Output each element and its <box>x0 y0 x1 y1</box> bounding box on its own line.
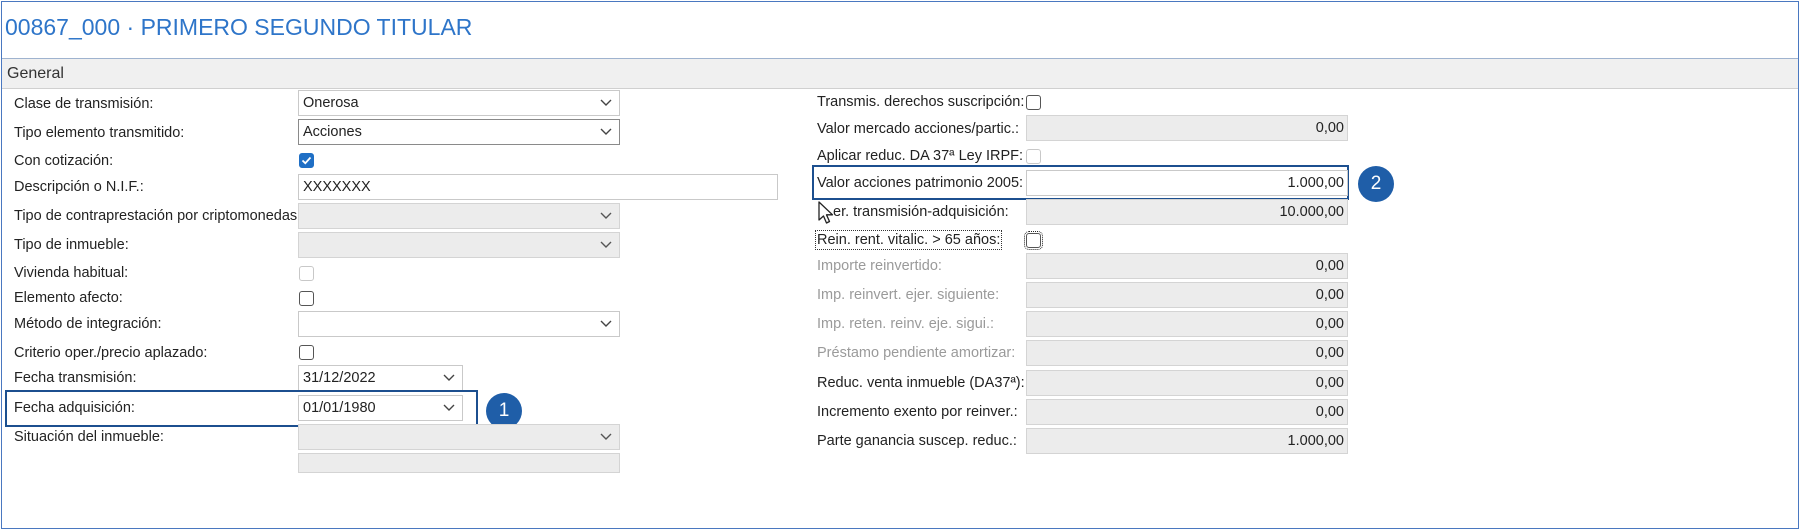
fecha-adquisicion-label: Fecha adquisición: <box>14 400 135 416</box>
reduc-venta-field[interactable]: 0,00 <box>1026 370 1348 396</box>
clase-transmision-label: Clase de transmisión: <box>14 96 154 112</box>
parte-ganancia-label: Parte ganancia suscep. reduc.: <box>817 433 1017 449</box>
valor-mercado-field[interactable]: 0,00 <box>1026 115 1348 141</box>
chevron-down-icon <box>600 238 612 250</box>
chevron-down-icon <box>600 125 612 137</box>
con-cotizacion-label: Con cotización: <box>14 153 114 169</box>
mouse-cursor-icon <box>817 201 835 229</box>
tipo-contraprestacion-label: Tipo de contraprestación por criptomoned… <box>14 208 302 224</box>
rein-rent-checkbox[interactable] <box>1024 231 1043 250</box>
rein-rent-label: Rein. rent. vitalic. > 65 años: <box>814 230 1003 250</box>
fecha-adquisicion-picker[interactable]: 01/01/1980 <box>298 395 463 421</box>
prestamo-field[interactable]: 0,00 <box>1026 340 1348 366</box>
elemento-afecto-checkbox[interactable] <box>299 291 314 306</box>
imp-reten-value: 0,00 <box>1315 316 1344 332</box>
valor-mercado-value: 0,00 <box>1315 120 1344 136</box>
descripcion-nif-label: Descripción o N.I.F.: <box>14 179 144 195</box>
clase-transmision-select[interactable]: Onerosa <box>298 90 620 116</box>
imp-reinvert-label: Imp. reinvert. ejer. siguiente: <box>817 287 1000 303</box>
tipo-inmueble-label: Tipo de inmueble: <box>14 237 129 253</box>
imp-reinvert-value: 0,00 <box>1315 287 1344 303</box>
importe-reinvertido-label: Importe reinvertido: <box>817 258 942 274</box>
valor-patrimonio-label: Valor acciones patrimonio 2005: <box>817 175 1024 191</box>
chevron-down-icon <box>600 317 612 329</box>
fecha-transmision-picker[interactable]: 31/12/2022 <box>298 365 463 391</box>
incremento-exento-label: Incremento exento por reinver.: <box>817 404 1018 420</box>
metodo-integracion-select[interactable] <box>298 311 620 337</box>
dif-transmision-field[interactable]: 10.000,00 <box>1026 199 1348 225</box>
prestamo-value: 0,00 <box>1315 345 1344 361</box>
aplicar-reduc-label: Aplicar reduc. DA 37ª Ley IRPF: <box>817 148 1024 164</box>
chevron-down-icon <box>443 371 455 383</box>
elemento-afecto-label: Elemento afecto: <box>14 290 123 306</box>
imp-reinvert-field[interactable]: 0,00 <box>1026 282 1348 308</box>
chevron-down-icon <box>600 209 612 221</box>
tipo-inmueble-select[interactable] <box>298 232 620 258</box>
situacion-inmueble-label: Situación del inmueble: <box>14 429 164 445</box>
fecha-adquisicion-value: 01/01/1980 <box>303 400 376 416</box>
situacion-inmueble-select[interactable] <box>298 424 620 450</box>
vivienda-habitual-label: Vivienda habitual: <box>14 265 129 281</box>
vivienda-habitual-checkbox[interactable] <box>299 266 314 281</box>
chevron-down-icon <box>600 96 612 108</box>
aplicar-reduc-checkbox[interactable] <box>1026 149 1041 164</box>
valor-patrimonio-input[interactable]: 1.000,00 <box>1026 170 1348 196</box>
metodo-integracion-label: Método de integración: <box>14 316 162 332</box>
reduc-venta-value: 0,00 <box>1315 375 1344 391</box>
tipo-elemento-value: Acciones <box>303 124 362 140</box>
descripcion-nif-value: XXXXXXX <box>303 179 371 195</box>
importe-reinvertido-value: 0,00 <box>1315 258 1344 274</box>
fecha-transmision-value: 31/12/2022 <box>303 370 376 386</box>
imp-reten-label: Imp. reten. reinv. eje. sigui.: <box>817 316 995 332</box>
prestamo-label: Préstamo pendiente amortizar: <box>817 345 1016 361</box>
section-title: General <box>7 65 64 82</box>
importe-reinvertido-field[interactable]: 0,00 <box>1026 253 1348 279</box>
next-select-partial[interactable] <box>298 453 620 473</box>
incremento-exento-value: 0,00 <box>1315 404 1344 420</box>
transmis-derechos-checkbox[interactable] <box>1026 95 1041 110</box>
chevron-down-icon <box>600 430 612 442</box>
section-header-general[interactable]: General <box>2 59 1798 89</box>
page-title: 00867_000 · PRIMERO SEGUNDO TITULAR <box>5 14 473 40</box>
imp-reten-field[interactable]: 0,00 <box>1026 311 1348 337</box>
parte-ganancia-value: 1.000,00 <box>1287 433 1344 449</box>
form-window: 00867_000 · PRIMERO SEGUNDO TITULAR Gene… <box>1 1 1799 529</box>
criterio-oper-label: Criterio oper./precio aplazado: <box>14 345 208 361</box>
criterio-oper-checkbox[interactable] <box>299 345 314 360</box>
valor-patrimonio-value: 1.000,00 <box>1287 175 1344 191</box>
annotation-badge-2: 2 <box>1358 166 1394 202</box>
incremento-exento-field[interactable]: 0,00 <box>1026 399 1348 425</box>
dif-transmision-value: 10.000,00 <box>1279 204 1344 220</box>
descripcion-nif-input[interactable]: XXXXXXX <box>298 174 778 200</box>
checkmark-icon <box>301 156 312 165</box>
tipo-contraprestacion-select[interactable] <box>298 203 620 229</box>
valor-mercado-label: Valor mercado acciones/partic.: <box>817 121 1020 137</box>
dif-transmision-label: er. transmisión-adquisición: <box>833 204 1009 220</box>
reduc-venta-label: Reduc. venta inmueble (DA37ª): <box>817 375 1025 391</box>
tipo-elemento-label: Tipo elemento transmitido: <box>14 125 185 141</box>
con-cotizacion-checkbox[interactable] <box>299 153 314 168</box>
transmis-derechos-label: Transmis. derechos suscripción: <box>817 94 1025 110</box>
chevron-down-icon <box>443 401 455 413</box>
clase-transmision-value: Onerosa <box>303 95 359 111</box>
parte-ganancia-field[interactable]: 1.000,00 <box>1026 428 1348 454</box>
tipo-elemento-select[interactable]: Acciones <box>298 119 620 145</box>
fecha-transmision-label: Fecha transmisión: <box>14 370 137 386</box>
